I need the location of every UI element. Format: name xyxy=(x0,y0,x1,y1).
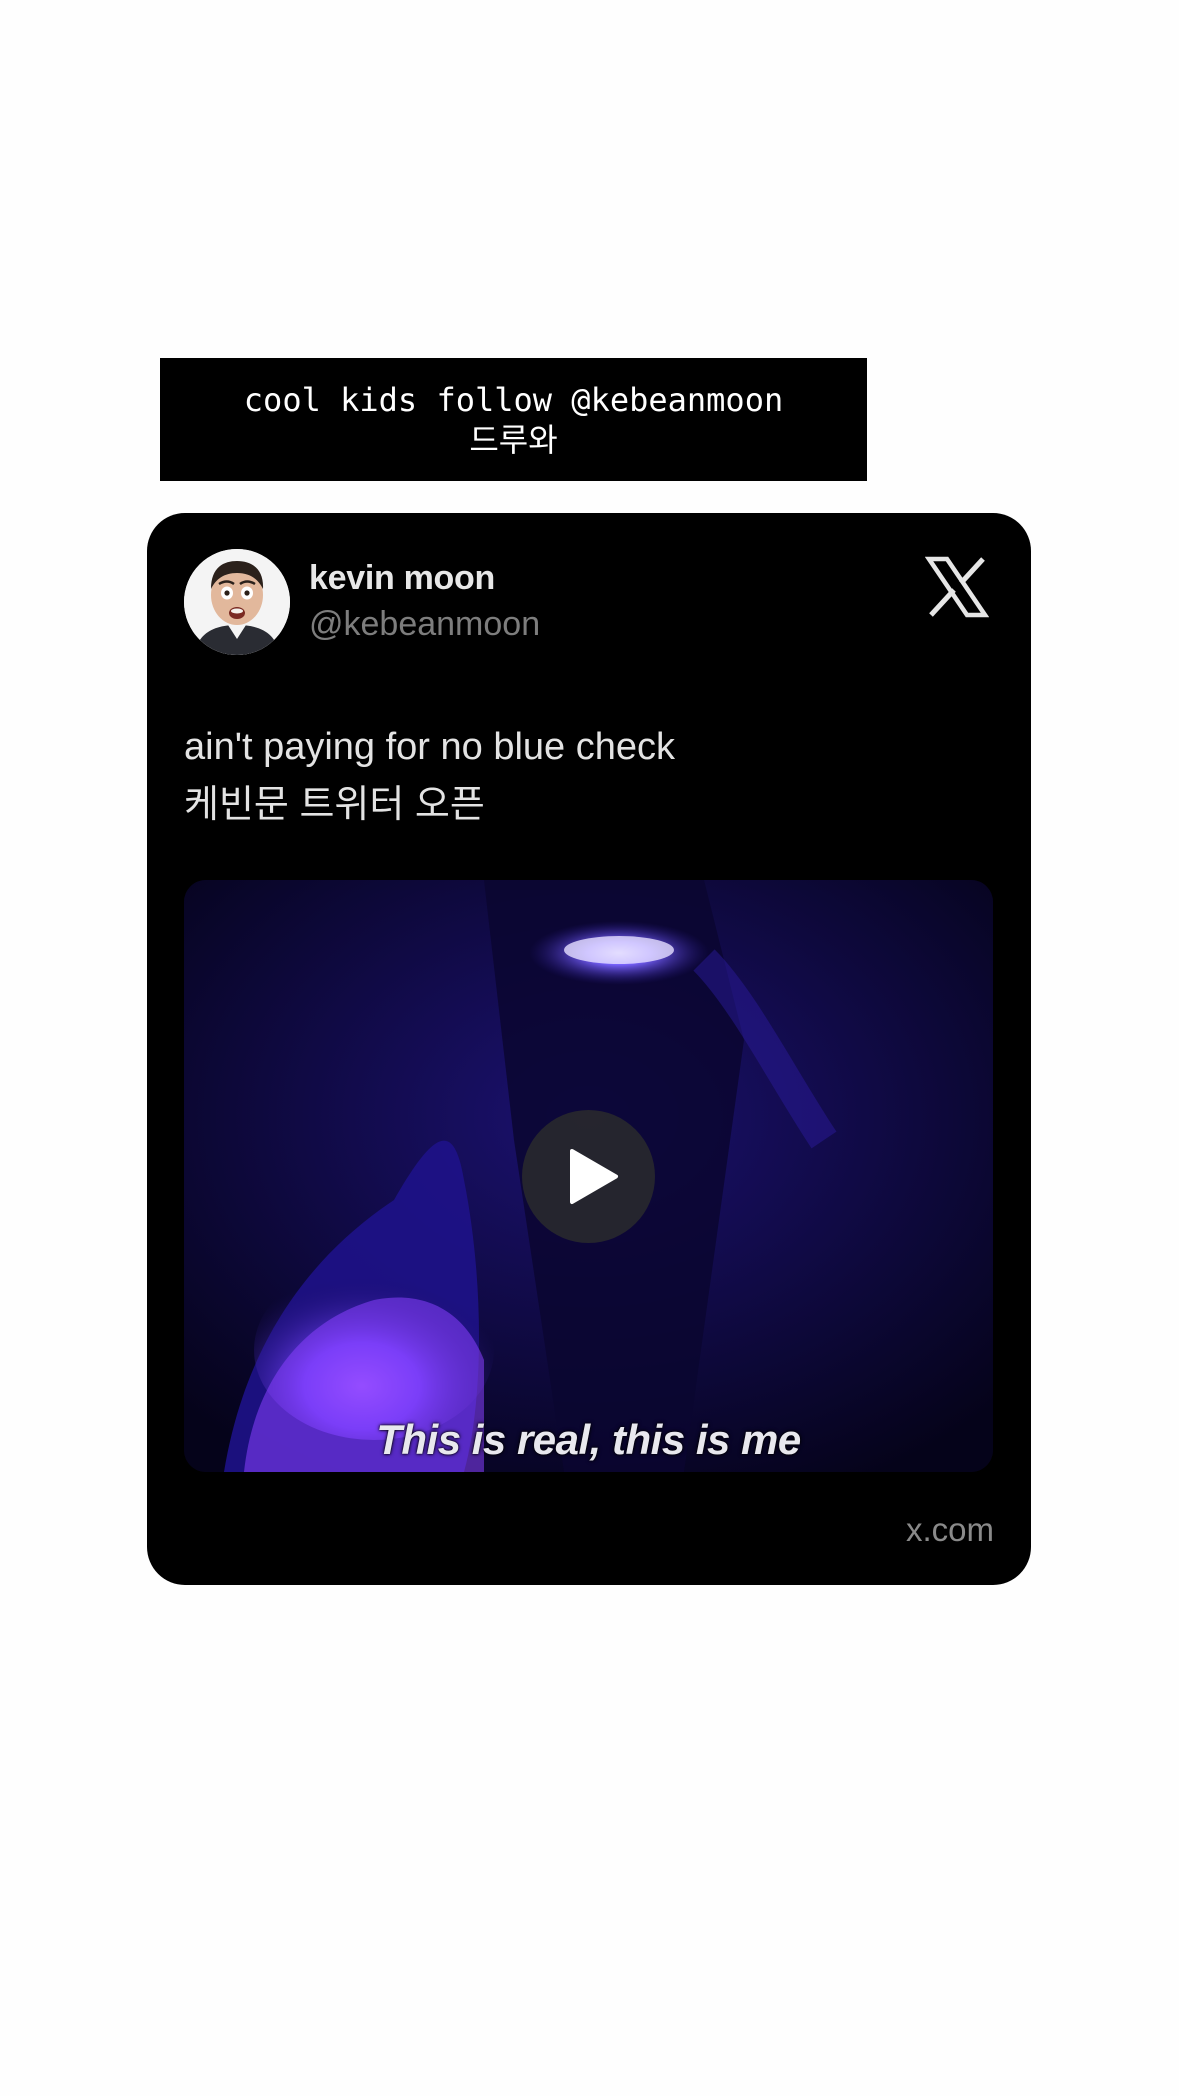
source-link[interactable]: x.com xyxy=(906,1511,994,1549)
tweet-text-line-1: ain't paying for no blue check xyxy=(184,726,676,768)
play-button[interactable] xyxy=(522,1110,655,1243)
tweet-text-line-2: 케빈문 트위터 오픈 xyxy=(184,784,485,826)
author-name[interactable]: kevin moon xyxy=(309,559,495,598)
story-canvas: cool kids follow @kebeanmoon 드루와 kevin m… xyxy=(0,0,1179,2096)
author-handle[interactable]: @kebeanmoon xyxy=(309,605,540,644)
caption-sticker: cool kids follow @kebeanmoon 드루와 xyxy=(160,358,867,481)
tweet-card[interactable]: kevin moon @kebeanmoon ain't paying for … xyxy=(147,513,1031,1585)
tweet-text: ain't paying for no blue check 케빈문 트위터 오… xyxy=(184,718,675,834)
caption-line-2: 드루와 xyxy=(469,421,558,459)
avatar-face-image xyxy=(184,549,290,655)
caption-line-1: cool kids follow @kebeanmoon xyxy=(243,381,784,419)
video-thumbnail[interactable]: This is real, this is me xyxy=(184,880,993,1472)
x-logo-icon[interactable] xyxy=(924,555,990,619)
avatar[interactable] xyxy=(184,549,290,655)
play-icon xyxy=(570,1149,618,1204)
video-subtitle: This is real, this is me xyxy=(376,1416,801,1463)
